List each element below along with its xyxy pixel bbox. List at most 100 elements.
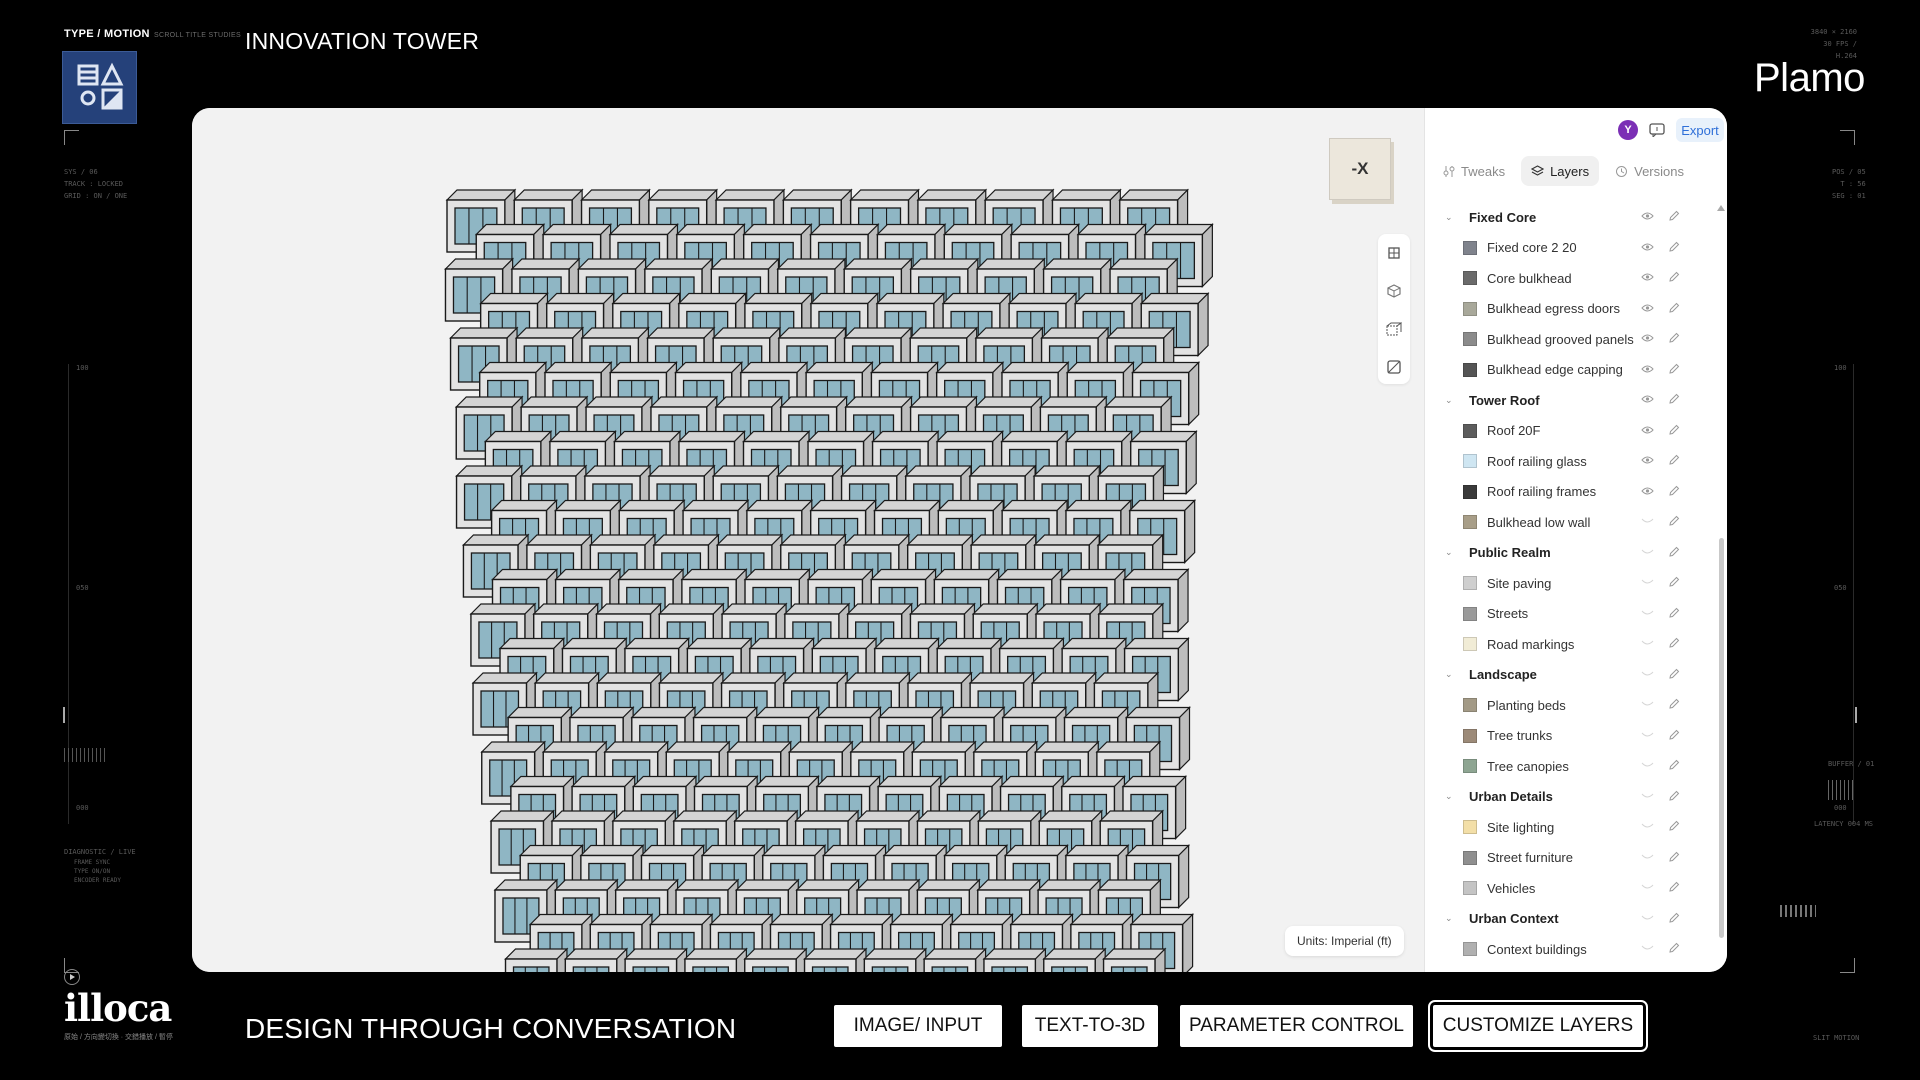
eye-closed-icon[interactable] — [1641, 882, 1654, 892]
user-avatar[interactable]: Y — [1618, 120, 1638, 140]
chevron-down-icon[interactable]: ⌄ — [1445, 669, 1457, 680]
layer-row[interactable]: Core bulkhead — [1425, 263, 1715, 294]
eye-closed-icon[interactable] — [1641, 516, 1654, 526]
tab-tweaks[interactable]: Tweaks — [1433, 156, 1515, 186]
eye-closed-icon[interactable] — [1641, 669, 1654, 679]
eye-closed-icon[interactable] — [1641, 577, 1654, 587]
tab-versions[interactable]: Versions — [1605, 156, 1694, 186]
layer-color-swatch[interactable] — [1463, 759, 1477, 774]
pencil-icon[interactable] — [1668, 607, 1680, 619]
layer-color-swatch[interactable] — [1463, 698, 1477, 713]
pencil-icon[interactable] — [1668, 302, 1680, 314]
eye-icon[interactable] — [1641, 364, 1654, 374]
tab-layers[interactable]: Layers — [1521, 156, 1600, 186]
comments-button[interactable] — [1646, 119, 1668, 141]
wireframe-button[interactable] — [1378, 310, 1410, 348]
layer-color-swatch[interactable] — [1463, 881, 1477, 896]
view-cube[interactable]: -X — [1329, 138, 1391, 200]
play-icon[interactable] — [64, 969, 80, 985]
layer-row[interactable]: Bulkhead grooved panels — [1425, 324, 1715, 355]
eye-closed-icon[interactable] — [1641, 943, 1654, 953]
layer-row[interactable]: Tree canopies — [1425, 751, 1715, 782]
layer-color-swatch[interactable] — [1463, 820, 1477, 835]
3d-viewport[interactable]: -X Units: Imperial (ft) — [192, 108, 1424, 972]
eye-closed-icon[interactable] — [1641, 852, 1654, 862]
chevron-down-icon[interactable]: ⌄ — [1445, 395, 1457, 406]
layer-row[interactable]: Site lighting — [1425, 812, 1715, 843]
layer-group-row[interactable]: ⌄ Landscape — [1425, 660, 1715, 691]
eye-closed-icon[interactable] — [1641, 760, 1654, 770]
layer-row[interactable]: Roof 20F — [1425, 416, 1715, 447]
layer-color-swatch[interactable] — [1463, 637, 1477, 652]
layer-color-swatch[interactable] — [1463, 332, 1477, 347]
chevron-down-icon[interactable]: ⌄ — [1445, 913, 1457, 924]
pencil-icon[interactable] — [1668, 424, 1680, 436]
eye-icon[interactable] — [1641, 425, 1654, 435]
eye-closed-icon[interactable] — [1641, 699, 1654, 709]
pencil-icon[interactable] — [1668, 698, 1680, 710]
layer-color-swatch[interactable] — [1463, 240, 1477, 255]
pencil-icon[interactable] — [1668, 271, 1680, 283]
layer-row[interactable]: Streets — [1425, 599, 1715, 630]
eye-icon[interactable] — [1641, 394, 1654, 404]
pencil-icon[interactable] — [1668, 759, 1680, 771]
eye-closed-icon[interactable] — [1641, 547, 1654, 557]
eye-icon[interactable] — [1641, 455, 1654, 465]
pencil-icon[interactable] — [1668, 851, 1680, 863]
layer-color-swatch[interactable] — [1463, 301, 1477, 316]
chevron-down-icon[interactable]: ⌄ — [1445, 791, 1457, 802]
eye-closed-icon[interactable] — [1641, 821, 1654, 831]
chevron-down-icon[interactable]: ⌄ — [1445, 212, 1457, 223]
pencil-icon[interactable] — [1668, 454, 1680, 466]
solid-view-button[interactable] — [1378, 272, 1410, 310]
eye-icon[interactable] — [1641, 272, 1654, 282]
layer-row[interactable]: Site paving — [1425, 568, 1715, 599]
layer-group-row[interactable]: ⌄ Urban Details — [1425, 782, 1715, 813]
layer-group-row[interactable]: ⌄ Public Realm — [1425, 538, 1715, 569]
pencil-icon[interactable] — [1668, 729, 1680, 741]
layer-color-swatch[interactable] — [1463, 728, 1477, 743]
step-text-to-3d[interactable]: TEXT-TO-3D — [1022, 1005, 1158, 1047]
layer-color-swatch[interactable] — [1463, 942, 1477, 957]
layer-color-swatch[interactable] — [1463, 454, 1477, 469]
pencil-icon[interactable] — [1668, 363, 1680, 375]
eye-closed-icon[interactable] — [1641, 913, 1654, 923]
pencil-icon[interactable] — [1668, 485, 1680, 497]
layer-row[interactable]: Roof railing glass — [1425, 446, 1715, 477]
pencil-icon[interactable] — [1668, 881, 1680, 893]
eye-icon[interactable] — [1641, 211, 1654, 221]
pencil-icon[interactable] — [1668, 637, 1680, 649]
layer-row[interactable]: Street furniture — [1425, 843, 1715, 874]
scroll-up-icon[interactable] — [1717, 204, 1725, 212]
layer-row[interactable]: Context buildings — [1425, 934, 1715, 965]
layer-color-swatch[interactable] — [1463, 576, 1477, 591]
eye-icon[interactable] — [1641, 486, 1654, 496]
pencil-icon[interactable] — [1668, 393, 1680, 405]
layer-row[interactable]: Tree trunks — [1425, 721, 1715, 752]
layer-color-swatch[interactable] — [1463, 606, 1477, 621]
layer-color-swatch[interactable] — [1463, 271, 1477, 286]
pencil-icon[interactable] — [1668, 332, 1680, 344]
layer-color-swatch[interactable] — [1463, 423, 1477, 438]
export-button[interactable]: Export — [1676, 118, 1724, 142]
eye-closed-icon[interactable] — [1641, 608, 1654, 618]
eye-icon[interactable] — [1641, 242, 1654, 252]
chevron-down-icon[interactable]: ⌄ — [1445, 547, 1457, 558]
eye-closed-icon[interactable] — [1641, 730, 1654, 740]
pencil-icon[interactable] — [1668, 241, 1680, 253]
layer-row[interactable]: Bulkhead low wall — [1425, 507, 1715, 538]
layer-group-row[interactable]: ⌄ Fixed Core — [1425, 202, 1715, 233]
pencil-icon[interactable] — [1668, 820, 1680, 832]
layer-row[interactable]: Planting beds — [1425, 690, 1715, 721]
layer-group-row[interactable]: ⌄ Tower Roof — [1425, 385, 1715, 416]
eye-icon[interactable] — [1641, 333, 1654, 343]
scrollbar-thumb[interactable] — [1719, 538, 1724, 938]
step-image-input[interactable]: IMAGE/ INPUT — [834, 1005, 1002, 1047]
pencil-icon[interactable] — [1668, 912, 1680, 924]
section-button[interactable] — [1378, 348, 1410, 386]
pencil-icon[interactable] — [1668, 576, 1680, 588]
layer-row[interactable]: Bulkhead egress doors — [1425, 294, 1715, 325]
layer-row[interactable]: Fixed core 2 20 — [1425, 233, 1715, 264]
eye-icon[interactable] — [1641, 303, 1654, 313]
layer-color-swatch[interactable] — [1463, 515, 1477, 530]
